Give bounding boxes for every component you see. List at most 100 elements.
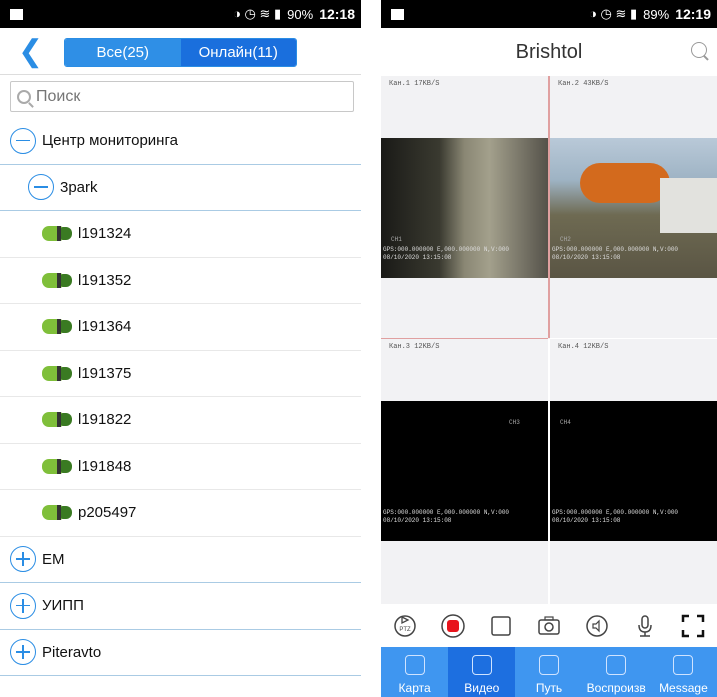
tree-group[interactable]: Piteravto bbox=[0, 630, 361, 676]
right-phone-screen: ◑ ◷ ≋ ▮ 89% 12:19 Brishtol Кан.1 17KB/S G… bbox=[381, 0, 717, 697]
tree-label: Центр мониторинга bbox=[42, 132, 178, 150]
channel-label: Кан.3 12KB/S bbox=[389, 343, 440, 351]
search-box bbox=[10, 81, 354, 112]
tree-label: l191324 bbox=[78, 225, 132, 243]
camera-snapshot-icon[interactable] bbox=[536, 613, 562, 639]
collapse-icon[interactable] bbox=[10, 127, 36, 154]
gallery-icon bbox=[10, 8, 23, 20]
search-icon[interactable] bbox=[691, 42, 707, 58]
nav-item[interactable]: Message bbox=[650, 647, 717, 697]
camera-tile[interactable]: Кан.1 17KB/S GPS:000.000000 E,000.000000 … bbox=[381, 76, 548, 338]
ptz-icon[interactable]: PTZ bbox=[392, 613, 418, 639]
channel-tag: CH4 bbox=[560, 419, 571, 426]
route-icon bbox=[539, 655, 559, 675]
nav-item[interactable]: Карта bbox=[381, 647, 448, 697]
tree-label: Piteravto bbox=[42, 643, 102, 661]
nav-label: Видео bbox=[464, 681, 500, 695]
battery-level: 90% bbox=[287, 6, 314, 22]
signal-icons: ◑ ◷ ≋ ▮ bbox=[233, 6, 282, 21]
status-bar: ◑ ◷ ≋ ▮ 90% 12:18 bbox=[0, 0, 361, 28]
channel-label: Кан.1 17KB/S bbox=[389, 80, 440, 88]
expand-icon[interactable] bbox=[10, 546, 36, 573]
microphone-icon[interactable] bbox=[632, 613, 658, 639]
osd-text: GPS:000.000000 E,000.000000 N,V:000 08/1… bbox=[552, 509, 679, 524]
truck-icon bbox=[42, 458, 72, 474]
tree-label: l191352 bbox=[78, 271, 132, 289]
stop-icon[interactable] bbox=[488, 613, 514, 639]
tab-online[interactable]: Онлайн(11) bbox=[180, 39, 296, 66]
nav-item[interactable]: Путь bbox=[515, 647, 582, 697]
nav-item[interactable]: Воспроизв bbox=[583, 647, 650, 697]
tree-group[interactable]: EM bbox=[0, 537, 361, 583]
map-pin-icon bbox=[404, 655, 425, 675]
tree-group[interactable]: 3park bbox=[0, 165, 361, 211]
search-icon bbox=[17, 89, 31, 104]
truck-icon bbox=[42, 319, 72, 335]
back-icon[interactable]: ❮ bbox=[18, 34, 43, 69]
clock: 12:18 bbox=[319, 6, 355, 22]
truck-icon bbox=[42, 505, 72, 521]
video-icon bbox=[471, 655, 492, 675]
status-bar: ◑ ◷ ≋ ▮ 89% 12:19 bbox=[381, 0, 717, 28]
truck-icon bbox=[42, 412, 72, 428]
tree-label: 3park bbox=[60, 178, 98, 196]
tree-vehicle[interactable]: l191848 bbox=[0, 444, 361, 490]
camera-tile[interactable]: Кан.2 43KB/S GPS:000.000000 E,000.000000 … bbox=[550, 76, 717, 338]
tree-label: EM bbox=[42, 550, 65, 568]
tree-vehicle[interactable]: l191352 bbox=[0, 258, 361, 304]
truck-icon bbox=[42, 365, 72, 381]
fullscreen-icon[interactable] bbox=[680, 613, 706, 639]
tree-group[interactable]: УИПП bbox=[0, 583, 361, 630]
tree-group[interactable]: Центр мониторинга bbox=[0, 118, 361, 165]
battery-level: 89% bbox=[643, 6, 670, 22]
channel-label: Кан.4 12KB/S bbox=[558, 343, 609, 351]
channel-tag: CH1 bbox=[391, 236, 402, 243]
header: ❮ Все(25) Онлайн(11) bbox=[0, 28, 361, 75]
tree-label: p205497 bbox=[78, 504, 137, 522]
tree-label: l191822 bbox=[78, 411, 132, 429]
record-icon[interactable] bbox=[440, 613, 466, 639]
svg-text:PTZ: PTZ bbox=[399, 627, 411, 633]
gallery-icon bbox=[391, 8, 404, 20]
channel-tag: CH2 bbox=[560, 236, 571, 243]
bottom-nav: Карта Видео Путь Воспроизв Message bbox=[381, 647, 717, 697]
camera-tile[interactable]: Кан.3 12KB/S GPS:000.000000 E,000.000000 … bbox=[381, 339, 548, 601]
video-toolbar: PTZ bbox=[381, 604, 717, 647]
signal-icons: ◑ ◷ ≋ ▮ bbox=[589, 6, 638, 21]
tab-all[interactable]: Все(25) bbox=[65, 39, 181, 66]
nav-label: Message bbox=[659, 681, 708, 695]
nav-label: Путь bbox=[535, 681, 563, 695]
nav-label: Карта bbox=[398, 681, 431, 695]
truck-icon bbox=[42, 226, 72, 242]
expand-icon[interactable] bbox=[10, 592, 36, 619]
tree-vehicle[interactable]: l191324 bbox=[0, 211, 361, 258]
tree-label: l191848 bbox=[78, 457, 132, 475]
camera-grid: Кан.1 17KB/S GPS:000.000000 E,000.000000 … bbox=[381, 76, 717, 604]
clock: 12:19 bbox=[675, 6, 711, 22]
osd-text: GPS:000.000000 E,000.000000 N,V:000 08/1… bbox=[383, 246, 510, 261]
page-title: Brishtol bbox=[515, 40, 583, 63]
collapse-icon[interactable] bbox=[28, 174, 54, 201]
vehicle-tree: Центр мониторинга 3park l191324 l191352 l191… bbox=[0, 118, 361, 676]
osd-text: GPS:000.000000 E,000.000000 N,V:000 08/1… bbox=[552, 246, 679, 261]
tree-vehicle[interactable]: l191364 bbox=[0, 304, 361, 351]
tree-label: l191375 bbox=[78, 364, 132, 382]
expand-icon[interactable] bbox=[10, 639, 36, 666]
tree-label: УИПП bbox=[42, 597, 84, 615]
channel-tag: CH3 bbox=[509, 419, 520, 426]
speaker-icon[interactable] bbox=[584, 613, 610, 639]
tree-vehicle[interactable]: p205497 bbox=[0, 490, 361, 537]
tree-vehicle[interactable]: l191375 bbox=[0, 351, 361, 397]
nav-item[interactable]: Видео bbox=[448, 647, 516, 697]
message-icon bbox=[673, 655, 694, 675]
tree-vehicle[interactable]: l191822 bbox=[0, 397, 361, 444]
camera-tile[interactable]: Кан.4 12KB/S GPS:000.000000 E,000.000000 … bbox=[550, 339, 717, 601]
nav-label: Воспроизв bbox=[586, 681, 646, 695]
filter-segment: Все(25) Онлайн(11) bbox=[64, 38, 297, 67]
channel-label: Кан.2 43KB/S bbox=[558, 80, 609, 88]
osd-text: GPS:000.000000 E,000.000000 N,V:000 08/1… bbox=[383, 509, 510, 524]
truck-icon bbox=[42, 272, 72, 288]
header: Brishtol bbox=[381, 28, 717, 76]
playback-icon bbox=[606, 655, 627, 675]
search-input[interactable] bbox=[36, 87, 336, 106]
